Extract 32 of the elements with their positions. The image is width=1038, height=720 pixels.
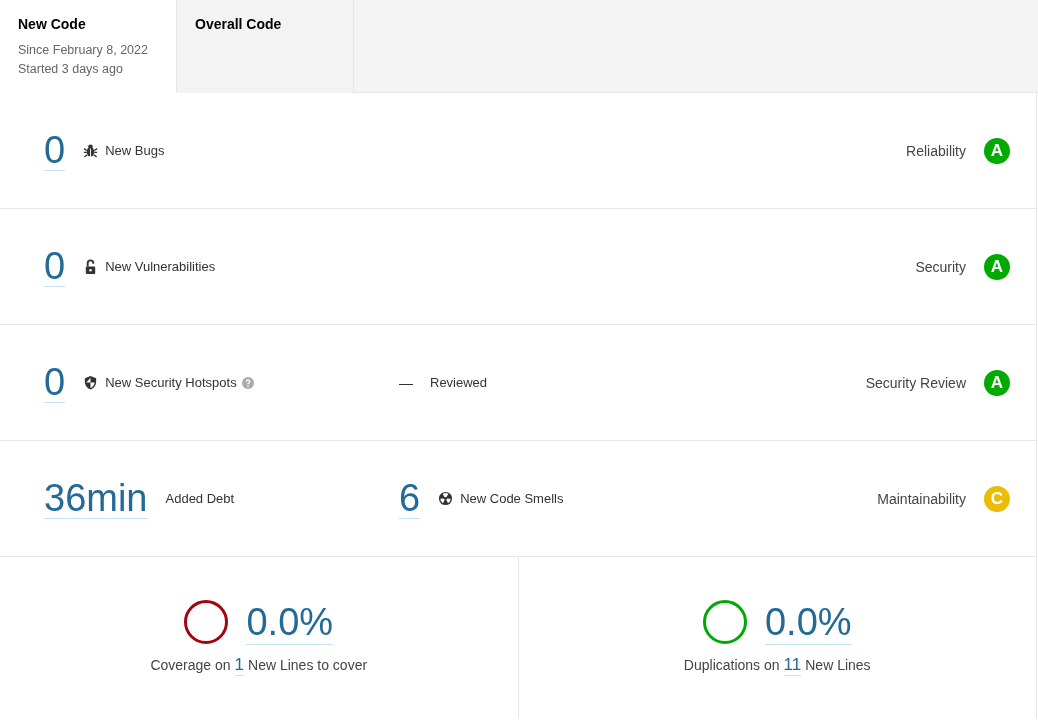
rating-grade[interactable]: A <box>984 253 1010 280</box>
metric-label: New Bugs <box>105 143 165 158</box>
measure-label: New Lines <box>805 656 871 673</box>
bug-icon <box>83 143 99 158</box>
rating-label: Security <box>915 258 966 275</box>
metric-value-link[interactable]: 0 <box>44 246 66 287</box>
measure-label: New Lines to cover <box>248 656 368 673</box>
radiation-icon <box>438 491 454 506</box>
metric-value-link[interactable]: 0 <box>44 130 66 171</box>
rating-label: Reliability <box>906 142 966 159</box>
percentage-link[interactable]: 0.0% <box>246 599 334 645</box>
metric-value-link[interactable]: 0 <box>44 362 66 403</box>
measure-label: Coverage on <box>150 656 231 673</box>
rating-label: Security Review <box>865 374 966 391</box>
metric-label: New Code Smells <box>460 491 564 506</box>
metric-value-link[interactable]: 6 <box>399 478 421 519</box>
help-icon[interactable] <box>241 376 254 389</box>
lines-count-link[interactable]: 1 <box>234 654 245 676</box>
rating-grade[interactable]: A <box>984 137 1010 164</box>
metric-value-link[interactable]: 36min <box>44 478 148 519</box>
metric-label: Added Debt <box>165 491 235 506</box>
empty-value-dash: — <box>399 374 413 391</box>
lines-count-link[interactable]: 11 <box>783 654 802 676</box>
shield-icon <box>83 375 99 390</box>
period-tab[interactable]: New Code Since February 8, 2022 Started 3 days ago <box>0 0 177 93</box>
measure-label: Duplications on <box>683 656 780 673</box>
percentage-link[interactable]: 0.0% <box>764 599 852 645</box>
metric-label: New Security Hotspots <box>105 375 237 390</box>
rating-label: Maintainability <box>877 490 966 507</box>
metric-label: Reviewed <box>430 375 488 390</box>
rating-grade[interactable]: A <box>984 369 1010 396</box>
metric-label: New Vulnerabilities <box>105 259 216 274</box>
